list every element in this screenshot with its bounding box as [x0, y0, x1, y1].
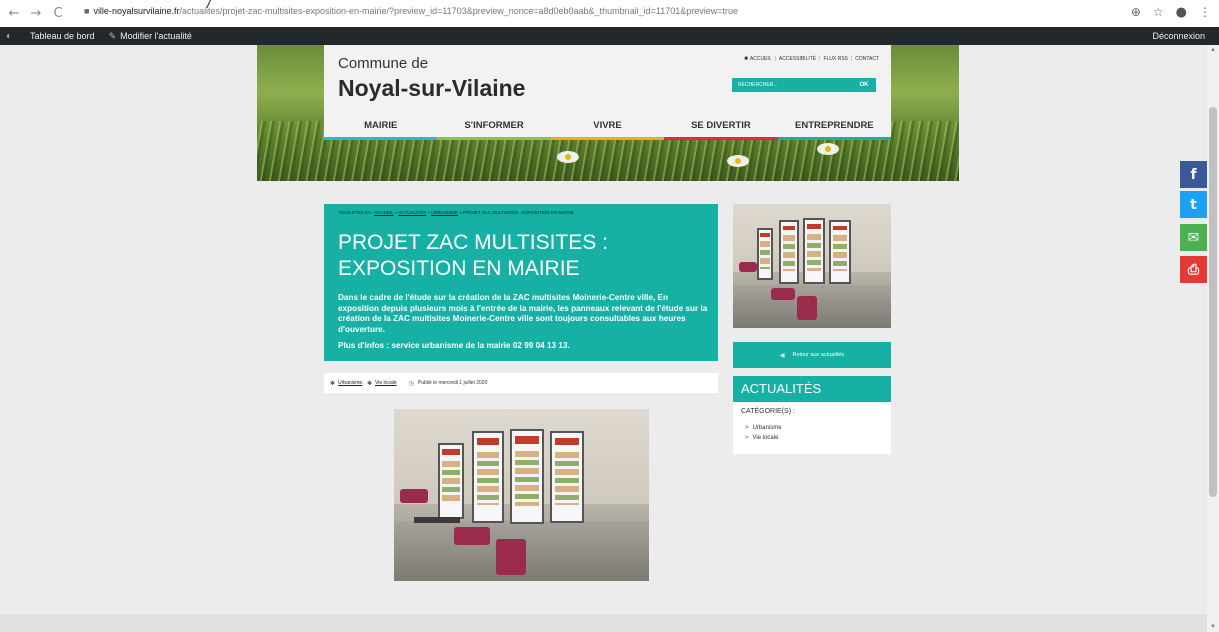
search-submit-button[interactable]: OK	[852, 82, 876, 88]
category-item-vie-locale[interactable]: > Vie locale	[745, 435, 778, 441]
link-accessibility[interactable]: ACCESSIBILITÉ	[779, 56, 816, 62]
scroll-down-icon[interactable]: ▼	[1209, 624, 1217, 630]
chevron-right-icon: >	[745, 425, 749, 431]
link-rss[interactable]: FLUX RSS	[823, 56, 847, 62]
breadcrumb-actualites[interactable]: ACTUALITÉS	[398, 210, 426, 215]
dashboard-link[interactable]: Tableau de bord	[30, 31, 95, 41]
logout-link[interactable]: Déconnexion	[1152, 31, 1205, 41]
nav-item-vivre[interactable]: VIVRE	[550, 113, 665, 140]
browser-actions: ⊕ ☆ ● ⋮	[1131, 5, 1211, 20]
forward-icon[interactable]: →	[28, 6, 44, 22]
footer-strip	[0, 614, 1207, 632]
nav-item-entreprendre[interactable]: ENTREPRENDRE	[777, 113, 892, 140]
tag-icon: ✱	[330, 380, 336, 387]
address-bar[interactable]: ■ ville-noyalsurvilaine.fr/actualites/pro…	[84, 6, 738, 16]
publish-date: Publié le mercredi 1 juillet 2020	[417, 380, 488, 386]
link-home[interactable]: ACCUEIL	[750, 56, 772, 62]
twitter-icon: t	[1190, 196, 1197, 213]
scroll-up-icon[interactable]: ▲	[1209, 47, 1217, 53]
email-share-button[interactable]: ✉	[1180, 224, 1207, 251]
top-links: ■ ACCUEIL | ACCESSIBILITÉ | FLUX RSS | CONTACT	[744, 56, 879, 62]
breadcrumb: VOUS ÊTES ICI : ACCUEIL » ACTUALITÉS » U…	[338, 210, 574, 215]
email-icon: ✉	[1187, 229, 1200, 246]
nav-item-mairie[interactable]: MAIRIE	[324, 113, 438, 140]
chevron-right-icon: >	[745, 435, 749, 441]
search-form: OK	[732, 78, 876, 92]
nav-item-sinformer[interactable]: S'INFORMER	[437, 113, 551, 140]
site-title[interactable]: Noyal-sur-Vilaine	[338, 75, 525, 102]
link-contact[interactable]: CONTACT	[855, 56, 879, 62]
edit-post-link[interactable]: Modifier l'actualité	[120, 31, 192, 41]
news-widget-title: ACTUALITÉS	[733, 376, 891, 402]
print-icon: ⎙	[1187, 261, 1200, 278]
home-icon: ■	[744, 56, 748, 62]
news-categories-widget: CATÉGORIE(S) : > Urbanisme > Vie locale	[733, 402, 891, 454]
caret-left-icon: ◀	[779, 352, 785, 359]
article-intro: Dans le cadre de l'étude sur la création…	[338, 293, 708, 334]
browser-toolbar: ← → C ■ ville-noyalsurvilaine.fr/actualit…	[0, 0, 1219, 27]
breadcrumb-urbanisme[interactable]: URBANISME	[431, 210, 458, 215]
breadcrumb-home[interactable]: ACCUEIL	[374, 210, 393, 215]
tag-vie-locale-link[interactable]: Vie locale	[375, 380, 397, 386]
search-input[interactable]	[732, 78, 852, 92]
zoom-icon[interactable]: ⊕	[1131, 5, 1141, 20]
tag-icon: ✱	[367, 380, 373, 387]
print-button[interactable]: ⎙	[1180, 256, 1207, 283]
daisy-flower	[557, 151, 579, 163]
back-icon[interactable]: ←	[6, 6, 22, 22]
url-path: /actualites/projet-zac-multisites-exposi…	[179, 6, 738, 16]
profile-avatar-icon[interactable]: ●	[1176, 5, 1187, 20]
reload-icon[interactable]: C	[50, 6, 66, 22]
tag-urbanisme-link[interactable]: Urbanisme	[338, 380, 362, 386]
article-meta: ✱ Urbanisme, ✱ Vie locale ◷ Publié le me…	[324, 373, 718, 393]
daisy-flower	[817, 143, 839, 155]
page-title: PROJET ZAC MULTISITES : EXPOSITION EN MA…	[338, 231, 608, 280]
category-item-urbanisme[interactable]: > Urbanisme	[745, 425, 782, 431]
clock-icon: ◷	[408, 380, 414, 387]
nav-item-se-divertir[interactable]: SE DIVERTIR	[664, 113, 778, 140]
breadcrumb-current: PROJET ZAC MULTISITES : EXPOSITION EN MA…	[463, 210, 574, 215]
main-navigation: MAIRIE S'INFORMER VIVRE SE DIVERTIR ENTR…	[324, 113, 892, 140]
facebook-icon: f	[1190, 166, 1197, 183]
article-contact-info: Plus d'infos : service urbanisme de la m…	[338, 341, 570, 350]
scroll-thumb[interactable]	[1209, 107, 1217, 497]
article-photo[interactable]	[394, 409, 649, 581]
lock-icon: ■	[84, 6, 90, 16]
browser-menu-icon[interactable]: ⋮	[1199, 5, 1211, 20]
overlay-text: /	[207, 0, 212, 12]
twitter-share-button[interactable]: t	[1180, 191, 1207, 218]
back-to-news-button[interactable]: ◀ Retour aux actualités	[733, 342, 891, 368]
site-subtitle: Commune de	[338, 55, 429, 72]
wordpress-icon[interactable]: ◐	[6, 31, 20, 42]
star-icon[interactable]: ☆	[1153, 5, 1164, 20]
url-host: ville-noyalsurvilaine.fr	[93, 6, 180, 16]
sidebar-photo[interactable]	[733, 204, 891, 328]
pencil-icon: ✎	[108, 30, 117, 41]
page-scrollbar[interactable]: ▲ ▼	[1207, 45, 1219, 632]
admin-bar: ◐ Tableau de bord ✎ Modifier l'actualité…	[0, 27, 1219, 45]
facebook-share-button[interactable]: f	[1180, 161, 1207, 188]
categories-label: CATÉGORIE(S) :	[741, 408, 795, 415]
daisy-flower	[727, 155, 749, 167]
article-header: VOUS ÊTES ICI : ACCUEIL » ACTUALITÉS » U…	[324, 204, 718, 361]
